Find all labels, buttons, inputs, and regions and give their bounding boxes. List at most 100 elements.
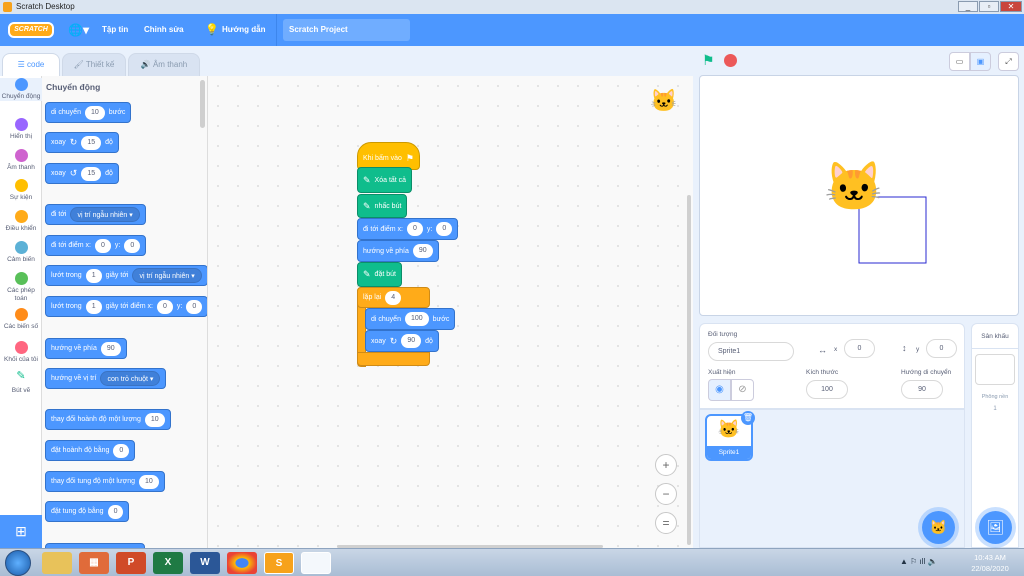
number-input[interactable]: 10 (144, 412, 165, 427)
palette-scrollbar[interactable] (200, 80, 205, 128)
script-block-motion[interactable]: hướng về phía 90 (357, 240, 439, 262)
number-input[interactable]: 10 (84, 105, 105, 120)
code-vertical-scrollbar[interactable] (687, 195, 691, 545)
zoom-out-button[interactable]: − (655, 483, 677, 505)
taskbar-powerpoint-icon[interactable]: P (116, 552, 146, 574)
number-input[interactable]: 1 (85, 268, 102, 283)
category-1[interactable]: Hiển thị (0, 118, 42, 141)
number-input[interactable]: 1 (85, 299, 102, 314)
script-block-pen[interactable]: ✎ Xóa tất cả (357, 167, 413, 193)
start-button[interactable] (5, 550, 31, 576)
dropdown[interactable]: vị trí ngẫu nhiên ▾ (132, 268, 202, 283)
palette-block[interactable]: thay đổi hoành độ một lượng 10 (45, 409, 171, 430)
taskbar-notepad-icon[interactable] (301, 552, 331, 574)
script-block-pen[interactable]: ✎ đặt bút (357, 262, 402, 287)
stage-canvas[interactable]: 🐱 (699, 75, 1019, 316)
category-3[interactable]: Sự kiện (0, 179, 42, 202)
palette-block[interactable]: lướt trong 1 giây tới điểm x: 0 y: 0 (45, 296, 207, 317)
add-backdrop-button[interactable]: 🖼 (979, 511, 1012, 544)
large-stage-button[interactable]: ▣ (970, 52, 991, 71)
menu-file[interactable]: Tập tin (102, 14, 128, 46)
palette-block[interactable]: hướng về phía 90 (45, 338, 127, 359)
palette-block[interactable]: xoay ↺ 15 độ (45, 163, 119, 184)
close-button[interactable]: ✕ (1000, 1, 1022, 12)
script-block-motion[interactable]: xoay ↻ 90 độ (365, 330, 439, 352)
zoom-reset-button[interactable]: = (655, 512, 677, 534)
script-block-pen[interactable]: ✎ nhấc bút (357, 194, 408, 218)
green-flag-button[interactable]: ⚑ (702, 52, 715, 69)
dropdown[interactable]: vị trí ngẫu nhiên ▾ (70, 207, 140, 222)
number-input[interactable]: 10 (139, 474, 159, 489)
taskbar-media-icon[interactable]: ▦ (79, 552, 109, 574)
palette-block[interactable]: di chuyển 10 bước (45, 102, 132, 123)
fullscreen-button[interactable]: ⤢ (998, 52, 1019, 71)
tab-code[interactable]: ☰ code (2, 53, 60, 77)
size-input[interactable]: 100 (806, 380, 848, 399)
code-area[interactable]: Khi bấm vào ⚑ ✎ Xóa tất cả ✎ nhấc bút đi tới đ… (208, 76, 693, 548)
script-block-control[interactable]: lặp lại 4 (357, 287, 430, 308)
category-9[interactable]: ✎ Bút vẽ (0, 371, 42, 395)
y-input[interactable]: 0 (926, 339, 957, 358)
number-input[interactable]: 15 (81, 166, 102, 181)
direction-input[interactable]: 90 (901, 380, 943, 399)
small-stage-button[interactable]: ▭ (949, 52, 970, 71)
number-input[interactable]: 90 (401, 334, 422, 348)
maximize-button[interactable]: ▫ (979, 1, 999, 12)
script-block-motion[interactable]: đi tới điểm x: 0 y: 0 (357, 218, 459, 240)
scratch-logo[interactable]: SCRATCH (8, 22, 54, 38)
tab-sounds[interactable]: 🔊 Âm thanh (128, 53, 200, 77)
category-5[interactable]: Cảm biến (0, 241, 42, 264)
number-input[interactable]: 0 (113, 443, 130, 458)
category-8[interactable]: Khối của tôi (0, 341, 42, 364)
palette-block[interactable]: lướt trong 1 giây tới vị trí ngẫu nhiên ▾ (45, 265, 207, 286)
number-input[interactable]: 0 (436, 222, 453, 236)
trash-icon[interactable]: 🗑 (741, 411, 755, 425)
number-input[interactable]: 0 (407, 222, 423, 236)
sprite-name-input[interactable]: Sprite1 (708, 342, 794, 361)
palette-block[interactable]: đặt hoành độ bằng 0 (45, 440, 136, 461)
menu-edit[interactable]: Chỉnh sửa (144, 14, 184, 46)
menu-tutorials[interactable]: Hướng dẫn (222, 14, 265, 46)
palette-block[interactable]: đi tới điểm x: 0 y: 0 (45, 235, 147, 256)
category-0[interactable]: Chuyển động (0, 78, 42, 101)
taskbar-word-icon[interactable]: W (190, 552, 220, 574)
stop-button[interactable] (724, 54, 737, 67)
minimize-button[interactable]: _ (958, 1, 978, 12)
category-6[interactable]: Các phép toán (0, 272, 42, 303)
script-block-motion[interactable]: di chuyển 100 bước (365, 308, 456, 330)
category-4[interactable]: Điều khiển (0, 210, 42, 233)
taskbar-chrome-icon[interactable] (227, 552, 257, 574)
script-block-event[interactable]: Khi bấm vào ⚑ (357, 142, 420, 170)
globe-icon[interactable]: 🌐▾ (68, 14, 89, 46)
zoom-in-button[interactable]: + (655, 454, 677, 476)
number-input[interactable]: 0 (124, 238, 141, 253)
number-input[interactable]: 4 (385, 290, 402, 305)
palette-block[interactable]: đặt tung độ bằng 0 (45, 501, 130, 522)
project-title-input[interactable]: Scratch Project (283, 19, 410, 41)
taskbar-explorer-icon[interactable] (42, 552, 72, 574)
number-input[interactable]: 0 (95, 238, 111, 253)
palette-block[interactable]: xoay ↻ 15 độ (45, 132, 119, 153)
palette-block[interactable]: đi tới vị trí ngẫu nhiên ▾ (45, 204, 146, 225)
tab-costumes[interactable]: 🖌 Thiết kế (62, 53, 126, 77)
hide-eye-icon[interactable]: ⊘ (731, 379, 754, 401)
tray-icons[interactable]: ▲ ⚐ ıll 🔈 (900, 557, 938, 566)
number-input[interactable]: 90 (412, 244, 433, 258)
backdrop-thumbnail[interactable] (975, 354, 1015, 385)
dropdown[interactable]: con trỏ chuột ▾ (100, 371, 161, 386)
category-2[interactable]: Âm thanh (0, 149, 42, 172)
number-input[interactable]: 0 (186, 299, 203, 314)
number-input[interactable]: 100 (404, 312, 429, 326)
number-input[interactable]: 0 (156, 299, 173, 314)
x-input[interactable]: 0 (844, 339, 875, 358)
cat-sprite[interactable]: 🐱 (824, 158, 884, 215)
number-input[interactable]: 15 (81, 135, 102, 150)
taskbar-excel-icon[interactable]: X (153, 552, 183, 574)
add-sprite-button[interactable]: 🐱 (922, 511, 955, 544)
number-input[interactable]: 90 (100, 341, 121, 356)
show-eye-icon[interactable]: ◉ (708, 379, 731, 401)
number-input[interactable]: 0 (107, 504, 124, 519)
palette-block[interactable]: thay đổi tung độ một lượng 10 (45, 471, 165, 492)
taskbar-scratch-icon[interactable]: S (264, 552, 294, 574)
add-extension-button[interactable]: ⊞ (0, 515, 42, 548)
